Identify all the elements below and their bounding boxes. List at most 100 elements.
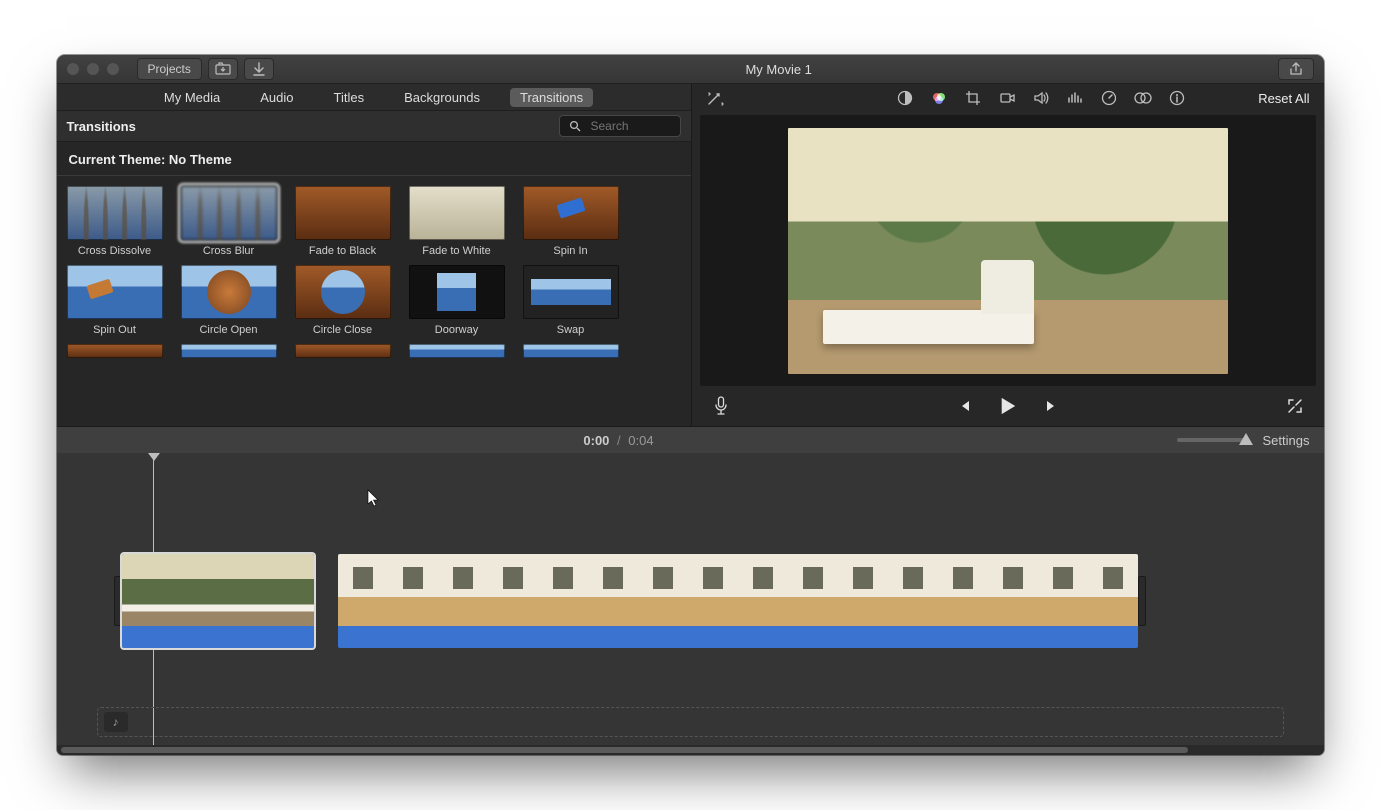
reset-all-button[interactable]: Reset All	[1258, 91, 1309, 106]
prev-frame-button[interactable]	[955, 397, 973, 415]
time-total: 0:04	[628, 433, 653, 448]
transition-item[interactable]	[181, 344, 277, 358]
next-frame-button[interactable]	[1043, 397, 1061, 415]
scrollbar-thumb[interactable]	[61, 747, 1189, 753]
clip-trim-handle[interactable]	[1138, 576, 1146, 626]
settings-button[interactable]: Settings	[1263, 433, 1310, 448]
viewer-panel: Reset All	[692, 84, 1324, 426]
transition-label: Fade to White	[422, 245, 490, 257]
transition-swap[interactable]: Swap	[523, 265, 619, 336]
timeline[interactable]: ♪	[57, 453, 1324, 745]
time-current: 0:00	[583, 433, 609, 448]
preview-area[interactable]	[700, 115, 1316, 386]
transition-fade-to-white[interactable]: Fade to White	[409, 186, 505, 257]
time-display: 0:00 / 0:04	[71, 433, 1167, 448]
transition-fade-to-black[interactable]: Fade to Black	[295, 186, 391, 257]
share-button[interactable]	[1278, 58, 1314, 80]
noise-reduction-icon[interactable]	[1066, 89, 1084, 107]
clip-trim-handle[interactable]	[114, 576, 122, 626]
horizontal-scrollbar[interactable]	[57, 745, 1324, 755]
transition-spin-out[interactable]: Spin Out	[67, 265, 163, 336]
zoom-window-button[interactable]	[107, 63, 119, 75]
play-button[interactable]	[999, 397, 1017, 415]
transition-label: Fade to Black	[309, 245, 376, 257]
import-media-button[interactable]	[208, 58, 238, 80]
transition-label: Doorway	[435, 324, 478, 336]
tab-my-media[interactable]: My Media	[154, 88, 230, 107]
enhance-icon[interactable]	[706, 89, 724, 107]
transition-label: Spin In	[553, 245, 587, 257]
clips-row	[114, 553, 1284, 649]
theme-bar: Current Theme: No Theme	[57, 142, 691, 176]
import-icon	[214, 60, 232, 78]
window-title: My Movie 1	[280, 62, 1278, 77]
time-bar: 0:00 / 0:04 Settings	[57, 427, 1324, 453]
viewer-toolbar: Reset All	[692, 84, 1324, 112]
transition-doorway[interactable]: Doorway	[409, 265, 505, 336]
transition-label: Swap	[557, 324, 585, 336]
filter-icon[interactable]	[1134, 89, 1152, 107]
clip-audio[interactable]	[122, 626, 314, 648]
browser-title: Transitions	[67, 119, 136, 134]
mouse-cursor-icon	[367, 489, 381, 507]
zoom-slider[interactable]	[1177, 438, 1247, 442]
tab-titles[interactable]: Titles	[324, 88, 375, 107]
color-balance-icon[interactable]	[896, 89, 914, 107]
projects-button[interactable]: Projects	[137, 58, 202, 80]
app-window: Projects My Movie 1 My Media Audio Title…	[57, 55, 1324, 755]
volume-icon[interactable]	[1032, 89, 1050, 107]
search-input[interactable]	[589, 118, 673, 134]
download-button[interactable]	[244, 58, 274, 80]
upper-panels: My Media Audio Titles Backgrounds Transi…	[57, 84, 1324, 427]
transition-item[interactable]	[409, 344, 505, 358]
time-separator: /	[617, 433, 621, 448]
close-window-button[interactable]	[67, 63, 79, 75]
transition-cross-blur[interactable]: Cross Blur	[181, 186, 277, 257]
color-correction-icon[interactable]	[930, 89, 948, 107]
transition-label: Spin Out	[93, 324, 136, 336]
transition-label: Circle Open	[199, 324, 257, 336]
transition-label: Cross Blur	[203, 245, 254, 257]
grid-row: Cross Dissolve Cross Blur Fade to Black …	[67, 186, 681, 257]
voiceover-icon[interactable]	[712, 397, 730, 415]
transition-circle-open[interactable]: Circle Open	[181, 265, 277, 336]
transition-item[interactable]	[295, 344, 391, 358]
browser-subheader: Transitions	[57, 111, 691, 142]
share-icon	[1287, 60, 1305, 78]
transport-bar	[692, 386, 1324, 426]
info-icon[interactable]	[1168, 89, 1186, 107]
window-controls	[67, 63, 119, 75]
clip-audio[interactable]	[338, 626, 1138, 648]
transitions-grid: Cross Dissolve Cross Blur Fade to Black …	[57, 176, 691, 426]
grid-row	[67, 344, 681, 358]
transition-label: Cross Dissolve	[78, 245, 151, 257]
transition-item[interactable]	[67, 344, 163, 358]
tab-audio[interactable]: Audio	[250, 88, 303, 107]
transition-label: Circle Close	[313, 324, 372, 336]
minimize-window-button[interactable]	[87, 63, 99, 75]
speed-icon[interactable]	[1100, 89, 1118, 107]
stabilization-icon[interactable]	[998, 89, 1016, 107]
clip-1[interactable]	[122, 554, 314, 648]
download-icon	[250, 60, 268, 78]
transition-item[interactable]	[523, 344, 619, 358]
browser-panel: My Media Audio Titles Backgrounds Transi…	[57, 84, 692, 426]
browser-tabs: My Media Audio Titles Backgrounds Transi…	[57, 84, 691, 111]
projects-label: Projects	[148, 62, 191, 76]
grid-row: Spin Out Circle Open Circle Close Doorwa…	[67, 265, 681, 336]
fullscreen-button[interactable]	[1286, 397, 1304, 415]
crop-icon[interactable]	[964, 89, 982, 107]
transition-spin-in[interactable]: Spin In	[523, 186, 619, 257]
search-field[interactable]	[559, 115, 681, 137]
tab-transitions[interactable]: Transitions	[510, 88, 593, 107]
transition-cross-dissolve[interactable]: Cross Dissolve	[67, 186, 163, 257]
audio-track[interactable]: ♪	[97, 707, 1284, 737]
search-icon	[566, 117, 584, 135]
transition-circle-close[interactable]: Circle Close	[295, 265, 391, 336]
theme-label: Current Theme: No Theme	[69, 152, 232, 167]
music-well-icon: ♪	[104, 712, 128, 732]
clip-2[interactable]	[338, 554, 1138, 648]
title-bar: Projects My Movie 1	[57, 55, 1324, 84]
preview-frame	[788, 128, 1228, 374]
tab-backgrounds[interactable]: Backgrounds	[394, 88, 490, 107]
